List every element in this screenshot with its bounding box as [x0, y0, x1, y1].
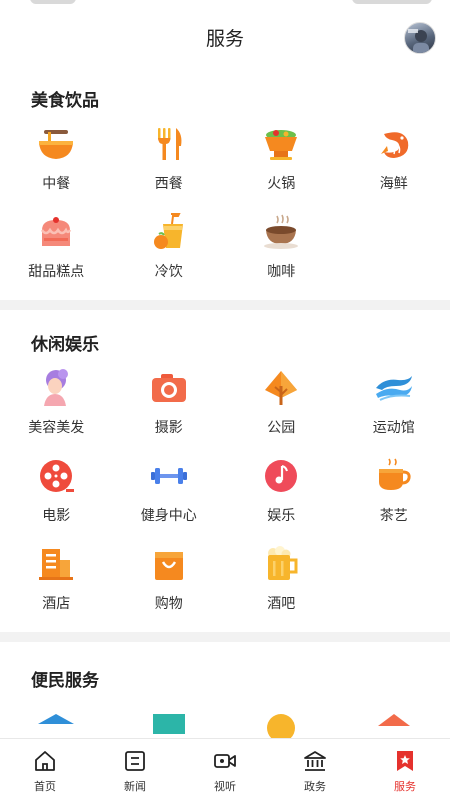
service-item-tea-art[interactable]: 茶艺 [338, 450, 450, 538]
clock-icon [267, 714, 296, 738]
home-icon [35, 751, 55, 771]
hotpot-icon [265, 130, 298, 160]
service-item-cinema[interactable]: 电影 [0, 450, 113, 538]
service-item-label: 健身中心 [140, 508, 197, 524]
service-item-cold-drinks[interactable]: 冷饮 [113, 206, 226, 294]
service-item-partial[interactable] [225, 694, 338, 738]
beauty-salon-icon [44, 369, 69, 406]
service-item-photography[interactable]: 摄影 [113, 362, 226, 450]
service-item-hotpot[interactable]: 火锅 [225, 118, 338, 206]
service-scroll-area[interactable]: 美食饮品 中餐 西餐 火锅 海鲜 甜品糕点 冷饮 咖啡 休闲娱乐 美容美发 摄影… [0, 66, 450, 738]
service-item-fitness-center[interactable]: 健身中心 [113, 450, 226, 538]
tab-label: 视听 [214, 780, 236, 793]
service-item-beauty-salon[interactable]: 美容美发 [0, 362, 113, 450]
tab-news[interactable]: 新闻 [90, 739, 180, 800]
section-food-drinks: 美食饮品 中餐 西餐 火锅 海鲜 甜品糕点 冷饮 咖啡 [0, 66, 450, 300]
coffee-icon [264, 214, 299, 249]
service-item-label: 酒吧 [267, 596, 296, 612]
service-item-entertainment[interactable]: 娱乐 [225, 450, 338, 538]
service-item-label: 美容美发 [28, 420, 85, 436]
service-item-label: 摄影 [154, 420, 183, 436]
service-item-label: 火锅 [267, 176, 296, 192]
building-roof-icon [38, 714, 75, 724]
service-item-label: 电影 [42, 508, 71, 524]
service-item-shopping[interactable]: 购物 [113, 538, 226, 626]
camera-icon [151, 374, 186, 402]
section-convenience: 便民服务 [0, 642, 450, 738]
tab-label: 首页 [34, 780, 56, 793]
service-item-label: 海鲜 [379, 176, 408, 192]
service-item-western-food[interactable]: 西餐 [113, 118, 226, 206]
tea-cup-icon [378, 458, 411, 490]
section-leisure: 休闲娱乐 美容美发 摄影 公园 运动馆 电影 健身中心 娱乐 茶艺 酒店 购物 … [0, 310, 450, 632]
service-item-label: 甜品糕点 [28, 264, 85, 280]
shrimp-icon [380, 132, 408, 158]
section-title: 休闲娱乐 [31, 335, 99, 355]
dumbbell-icon [150, 468, 187, 484]
tab-home[interactable]: 首页 [0, 739, 90, 800]
service-item-partial[interactable] [338, 694, 450, 738]
shopping-bag-icon [154, 552, 183, 580]
tab-label: 政务 [304, 780, 326, 793]
fork-knife-icon [157, 128, 182, 160]
service-item-label: 冷饮 [154, 264, 183, 280]
service-bookmark-icon [397, 751, 413, 771]
top-header: 服务 [0, 0, 450, 66]
hotel-building-icon [39, 549, 74, 580]
avatar[interactable] [404, 22, 436, 54]
service-item-label: 茶艺 [379, 508, 408, 524]
bottom-tab-bar: 首页 新闻 视听 政务 服务 [0, 738, 450, 800]
service-item-chinese-food[interactable]: 中餐 [0, 118, 113, 206]
service-item-label: 运动馆 [372, 420, 415, 436]
status-bar-time-fragment [30, 0, 76, 4]
tree-icon [265, 371, 298, 405]
service-item-partial[interactable] [0, 694, 113, 738]
government-building-icon [304, 751, 326, 771]
service-item-park[interactable]: 公园 [225, 362, 338, 450]
document-icon [152, 714, 185, 734]
status-bar-icons-fragment [352, 0, 432, 4]
tab-service[interactable]: 服务 [360, 739, 450, 800]
beer-mug-icon [268, 546, 298, 580]
section-title: 便民服务 [31, 671, 99, 691]
tab-government[interactable]: 政务 [270, 739, 360, 800]
service-item-label: 娱乐 [267, 508, 296, 524]
house-icon [377, 714, 410, 726]
page-title: 服务 [205, 28, 244, 50]
cold-drink-icon [153, 213, 183, 249]
swimming-wave-icon [375, 376, 412, 401]
service-item-coffee[interactable]: 咖啡 [225, 206, 338, 294]
section-title: 美食饮品 [31, 91, 99, 111]
service-item-bar[interactable]: 酒吧 [225, 538, 338, 626]
service-item-sports-hall[interactable]: 运动馆 [338, 362, 450, 450]
film-reel-icon [40, 460, 75, 492]
service-item-label: 公园 [267, 420, 296, 436]
music-note-icon [265, 460, 298, 492]
tab-video[interactable]: 视听 [180, 739, 270, 800]
service-item-hotel[interactable]: 酒店 [0, 538, 113, 626]
service-item-label: 咖啡 [267, 264, 296, 280]
service-item-label: 酒店 [42, 596, 71, 612]
news-icon [125, 751, 145, 771]
service-item-label: 西餐 [154, 176, 183, 192]
video-icon [214, 754, 236, 768]
noodle-bowl-icon [39, 130, 74, 159]
service-item-label: 中餐 [42, 176, 71, 192]
service-item-partial[interactable] [113, 694, 226, 738]
cake-icon [41, 217, 72, 246]
service-item-seafood[interactable]: 海鲜 [338, 118, 450, 206]
service-item-label: 购物 [154, 596, 183, 612]
tab-label: 新闻 [124, 780, 146, 793]
service-item-dessert[interactable]: 甜品糕点 [0, 206, 113, 294]
tab-label: 服务 [394, 780, 416, 793]
